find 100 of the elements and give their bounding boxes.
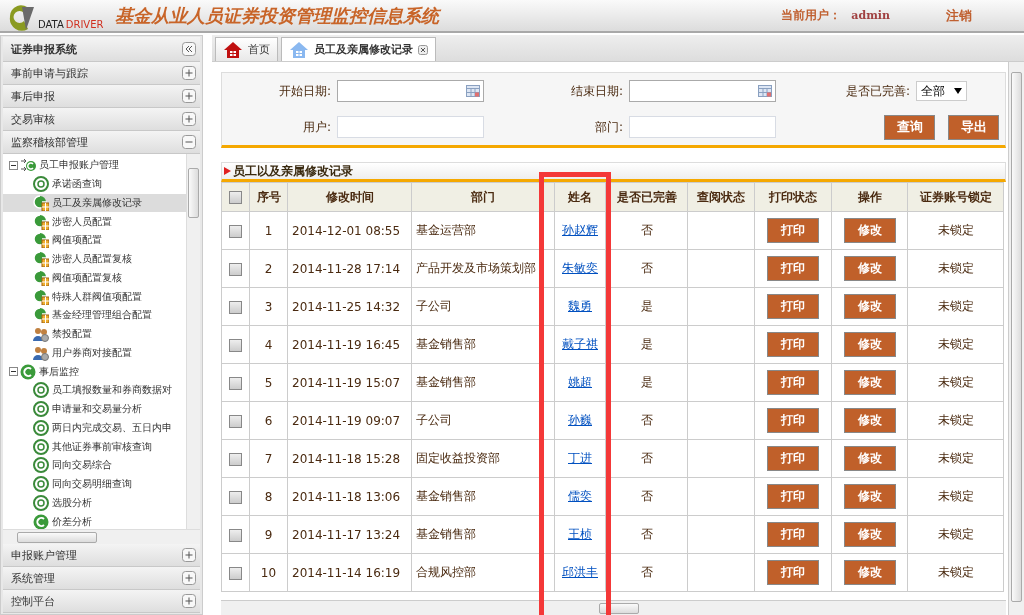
- tree-item[interactable]: 涉密人员配置: [3, 212, 186, 231]
- edit-button[interactable]: 修改: [843, 332, 896, 357]
- checkbox[interactable]: [229, 224, 242, 238]
- edit-button[interactable]: 修改: [843, 522, 896, 547]
- edit-button[interactable]: 修改: [843, 408, 896, 433]
- logo-text: DATA: [38, 18, 64, 31]
- checkbox[interactable]: [229, 528, 242, 542]
- tree-item[interactable]: 员工申报账户管理: [3, 156, 186, 175]
- print-button[interactable]: 打印: [767, 484, 819, 509]
- print-button[interactable]: 打印: [767, 370, 819, 395]
- date-field[interactable]: [629, 80, 776, 102]
- tree-item[interactable]: 涉密人员配置复核: [3, 249, 186, 269]
- tree-item[interactable]: 价差分析: [3, 512, 186, 529]
- checkbox[interactable]: [229, 262, 242, 276]
- checkbox[interactable]: [229, 376, 242, 390]
- checkbox[interactable]: [229, 300, 242, 314]
- logout-link[interactable]: 注销: [946, 6, 972, 25]
- tree-item[interactable]: 其他证券事前审核查询: [3, 437, 186, 456]
- grid-gear-icon: [33, 194, 49, 211]
- text-field[interactable]: [629, 116, 776, 138]
- tree-item[interactable]: 两日内完成交易、五日内申: [3, 418, 186, 438]
- tree-item[interactable]: 承诺函查询: [3, 174, 186, 194]
- print-button[interactable]: 打印: [767, 218, 819, 243]
- collapse-icon[interactable]: [9, 367, 18, 377]
- sidebar-section[interactable]: 控制平台: [11, 593, 55, 609]
- tree-item[interactable]: 同向交易明细查询: [3, 474, 186, 494]
- tree-item[interactable]: 禁投配置: [3, 324, 186, 344]
- tree-item[interactable]: 员工填报数量和券商数据对: [3, 381, 186, 400]
- expand-icon[interactable]: [182, 66, 196, 80]
- checkbox[interactable]: [229, 490, 242, 504]
- section-title: 员工以及亲属修改记录: [233, 162, 353, 180]
- print-button[interactable]: 打印: [767, 522, 819, 547]
- tree-item[interactable]: 选股分析: [3, 493, 186, 513]
- checkbox[interactable]: [229, 566, 242, 580]
- edit-button[interactable]: 修改: [843, 256, 896, 281]
- expand-icon[interactable]: [182, 571, 196, 585]
- name-link[interactable]: 姚超: [568, 375, 592, 389]
- c-circle-icon: [20, 363, 36, 380]
- edit-button[interactable]: 修改: [843, 560, 896, 585]
- tree-item[interactable]: 员工及亲属修改记录: [3, 193, 186, 213]
- query-button[interactable]: 查询: [884, 114, 935, 140]
- checkbox[interactable]: [229, 191, 242, 204]
- date-field[interactable]: [337, 80, 484, 102]
- tab[interactable]: 员工及亲属修改记录: [281, 37, 436, 61]
- name-link[interactable]: 儒奕: [568, 489, 592, 503]
- scrollbar[interactable]: [186, 154, 200, 529]
- print-button[interactable]: 打印: [767, 560, 819, 585]
- edit-button[interactable]: 修改: [843, 370, 896, 395]
- table-cell: 基金销售部: [411, 363, 555, 402]
- expand-icon[interactable]: [182, 112, 196, 126]
- table-cell: 未锁定: [907, 249, 1004, 288]
- expand-icon[interactable]: [182, 594, 196, 608]
- tree-item[interactable]: 事后监控: [3, 362, 186, 381]
- tree-item[interactable]: 阀值项配置: [3, 231, 186, 250]
- export-button[interactable]: 导出: [948, 114, 999, 140]
- table-cell: 子公司: [411, 401, 555, 440]
- table-cell: 1: [249, 211, 288, 250]
- name-link[interactable]: 王桢: [568, 527, 592, 541]
- house-icon: [223, 40, 243, 59]
- edit-button[interactable]: 修改: [843, 218, 896, 243]
- caret-icon: [954, 88, 962, 94]
- expand-icon[interactable]: [182, 548, 196, 562]
- close-icon[interactable]: [418, 44, 428, 55]
- scrollbar[interactable]: [1008, 62, 1024, 615]
- print-button[interactable]: 打印: [767, 332, 819, 357]
- text-field[interactable]: [337, 116, 484, 138]
- print-button[interactable]: 打印: [767, 446, 819, 471]
- tree-item[interactable]: 基金经理管理组合配置: [3, 306, 186, 325]
- checkbox[interactable]: [229, 414, 242, 428]
- edit-button[interactable]: 修改: [843, 484, 896, 509]
- tree-item[interactable]: 同向交易综合: [3, 456, 186, 475]
- sidebar-section[interactable]: 事后申报: [11, 88, 55, 104]
- table-cell: 9: [249, 515, 288, 554]
- checkbox[interactable]: [229, 452, 242, 466]
- scrollbar[interactable]: [221, 600, 1006, 615]
- name-link[interactable]: 孙巍: [568, 413, 592, 427]
- expand-icon[interactable]: [182, 89, 196, 103]
- edit-button[interactable]: 修改: [843, 446, 896, 471]
- collapse-icon[interactable]: [182, 42, 196, 56]
- sidebar-section[interactable]: 交易审核: [11, 111, 55, 127]
- name-link[interactable]: 魏勇: [568, 299, 592, 313]
- edit-button[interactable]: 修改: [843, 294, 896, 319]
- sidebar-section[interactable]: 系统管理: [11, 570, 55, 586]
- field-label: 结束日期:: [569, 82, 624, 100]
- dropdown[interactable]: 全部: [916, 81, 967, 101]
- collapse-icon[interactable]: [9, 160, 18, 170]
- tree-item[interactable]: 阀值项配置复核: [3, 268, 186, 288]
- tree-item[interactable]: 用户券商对接配置: [3, 343, 186, 363]
- name-link[interactable]: 丁进: [568, 451, 592, 465]
- print-button[interactable]: 打印: [767, 294, 819, 319]
- column-header: 证券账号锁定: [907, 182, 1004, 212]
- grid-gear-icon: [33, 288, 49, 305]
- print-button[interactable]: 打印: [767, 408, 819, 433]
- print-button[interactable]: 打印: [767, 256, 819, 281]
- tree-item[interactable]: 特殊人群阀值项配置: [3, 287, 186, 306]
- scrollbar[interactable]: [3, 529, 200, 544]
- tab[interactable]: 首页: [215, 37, 278, 61]
- field-label: 是否已完善:: [844, 82, 911, 100]
- checkbox[interactable]: [229, 338, 242, 352]
- tree-item[interactable]: 申请量和交易量分析: [3, 399, 186, 419]
